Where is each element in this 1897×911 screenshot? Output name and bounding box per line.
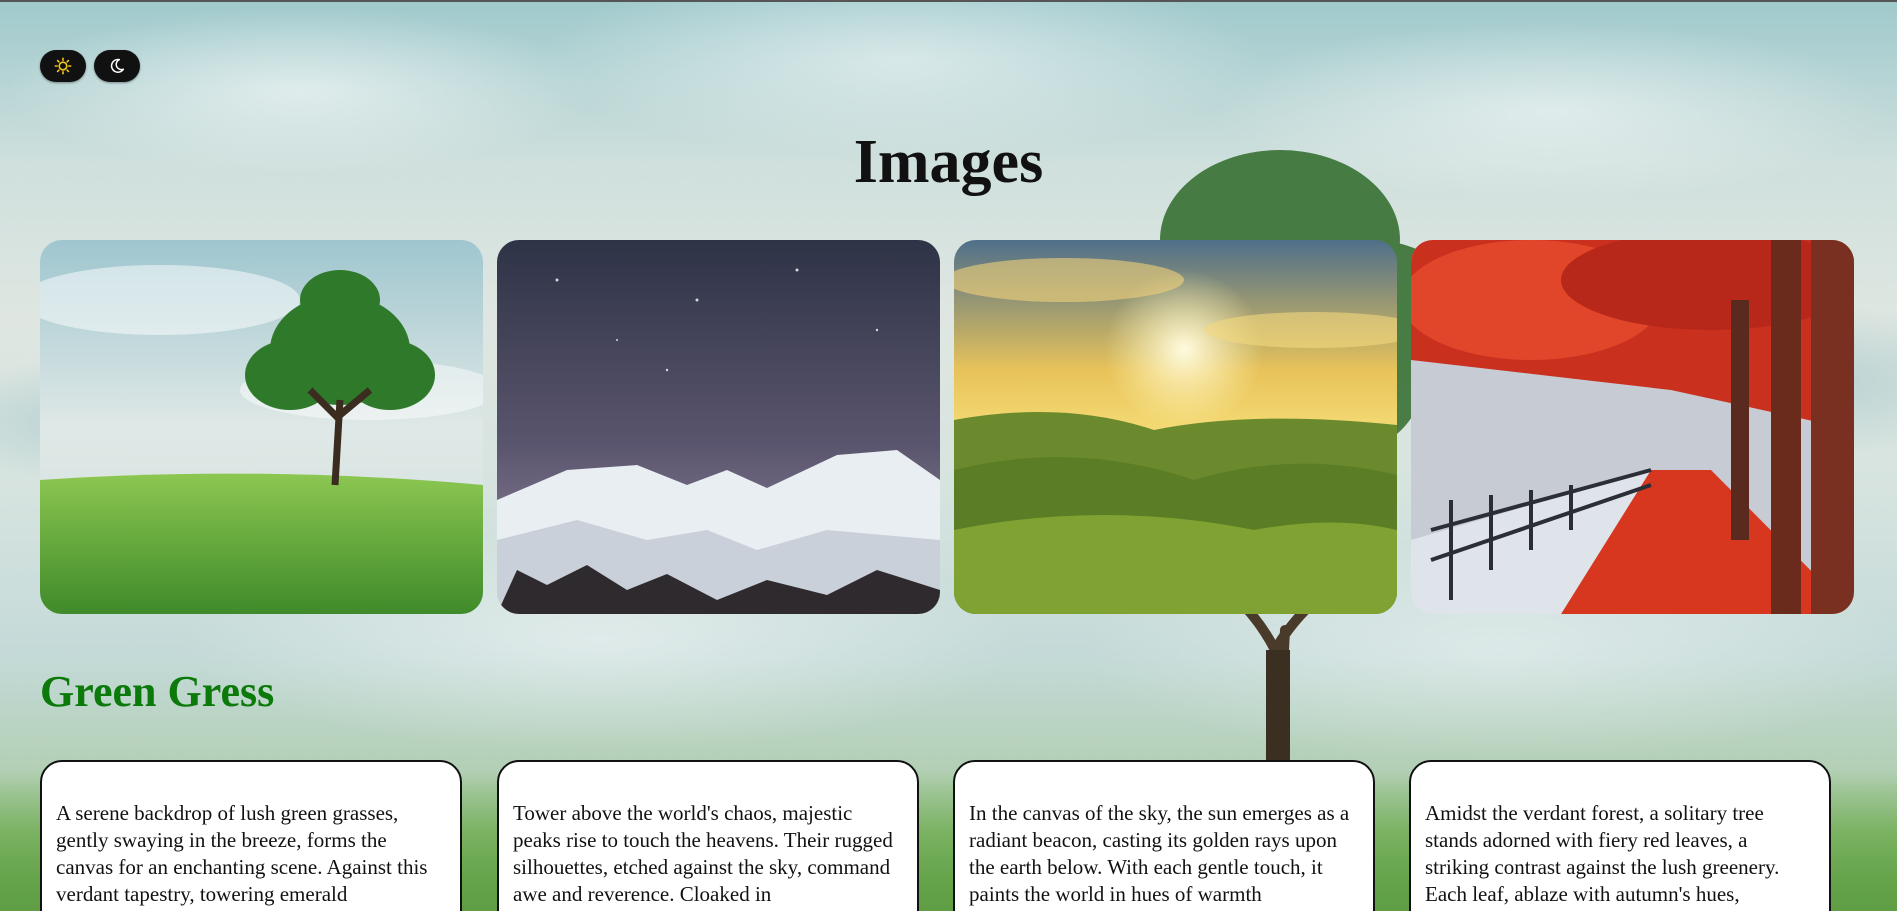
light-mode-button[interactable] <box>40 50 86 82</box>
sunset-hills-image[interactable] <box>954 240 1397 614</box>
description-text: Tower above the world's chaos, majestic … <box>513 801 893 906</box>
green-grass-tree-image[interactable] <box>40 240 483 614</box>
theme-toggle <box>40 50 140 82</box>
page-title: Images <box>853 128 1044 196</box>
red-autumn-trees-image[interactable] <box>1411 240 1854 614</box>
moon-icon <box>110 58 125 73</box>
section-title: Green Gress <box>40 667 275 716</box>
description-card: Amidst the verdant forest, a solitary tr… <box>1409 760 1831 911</box>
dark-mode-button[interactable] <box>94 50 140 82</box>
description-text: Amidst the verdant forest, a solitary tr… <box>1425 801 1780 906</box>
description-text: A serene backdrop of lush green grasses,… <box>56 801 428 906</box>
description-card: Tower above the world's chaos, majestic … <box>497 760 919 911</box>
snowy-mountain-night-image[interactable] <box>497 240 940 614</box>
sun-icon <box>54 57 72 75</box>
image-gallery <box>40 240 1857 614</box>
window-top-border <box>0 0 1897 2</box>
description-card: A serene backdrop of lush green grasses,… <box>40 760 462 911</box>
description-card: In the canvas of the sky, the sun emerge… <box>953 760 1375 911</box>
description-text: In the canvas of the sky, the sun emerge… <box>969 801 1350 906</box>
